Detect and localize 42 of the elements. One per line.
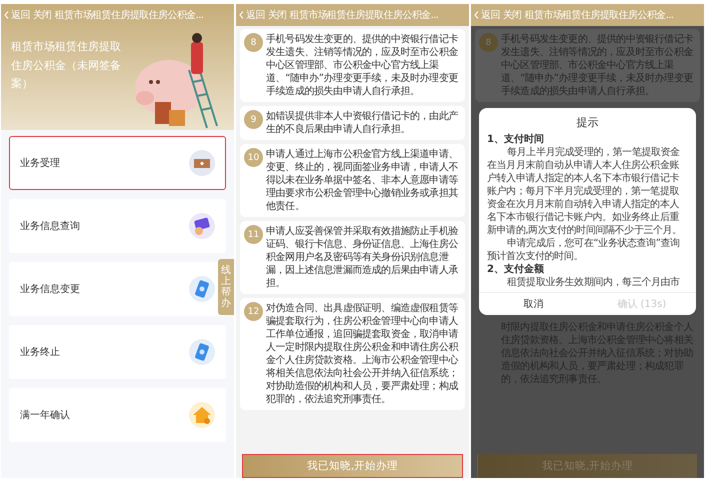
page-title: 租赁市场租赁住房提取住房公积金... <box>524 8 674 22</box>
notice-text: 申请人通过上海市公积金官方线上渠道申请、变更、终止的，视同面签业务申请，申请人不得以未在业务单据中签名、非本人意愿申请等理由要求市公积金管理中心撤销业务或承担其他责任。 <box>266 148 460 213</box>
cancel-button[interactable]: 取消 <box>479 293 588 315</box>
step-number: 11 <box>244 225 263 244</box>
ticket-icon <box>189 150 215 176</box>
back-chevron-icon <box>239 11 244 19</box>
menu-item[interactable]: 满一年确认 <box>9 388 226 442</box>
notice-text: 对伪造合同、出具虚假证明、编造虚假租赁等骗提套取行为，住房公积金管理中心向申请人工作单位通报，追回骗提套取资金，取消申请人一定时限内提取住房公积金和申请住房公积金个人住房贷款资格。上海市公积金管理中心将相关信息依法向社会公开并纳入征信系统；对协助造假的机构和人员，要严肃处理；构成犯罪的，依法追究刑事责任。 <box>266 302 460 406</box>
close-link[interactable]: 关闭 <box>502 8 522 22</box>
step-number: 8 <box>244 33 263 52</box>
hero-title: 租赁市场租赁住房提取住房公积金（未网签备案） <box>11 38 122 92</box>
dialog-paragraph: 租赁提取业务生效期间内，每三个月由市 <box>506 276 681 289</box>
menu-item[interactable]: 业务终止 <box>9 325 226 379</box>
phone-icon <box>189 339 215 365</box>
start-button[interactable]: 我已知晓,开始办理 <box>242 454 463 478</box>
section-heading: 2、支付金额 <box>487 263 545 276</box>
menu-item[interactable]: 业务信息查询 <box>9 199 226 253</box>
step-number: 9 <box>244 110 263 129</box>
card-icon <box>189 213 215 239</box>
house-icon <box>189 402 215 428</box>
dialog-paragraph: 每月上半月完成受理的，第一笔提取资金在当月月末前自动从申请人本人住房公积金账户转入申请人指定的本人名下本市银行借记卡账户内；每月下半月完成受理的，第一笔提取资金在次月月末前自动转入申请人指定的本人名下本市银行借记卡账户内。如业务终止后重新申请的,两次支付的时间间隔不少于三个月。 <box>487 146 683 237</box>
back-chevron-icon <box>474 11 479 19</box>
close-link[interactable]: 关闭 <box>268 8 287 22</box>
close-link[interactable]: 关闭 <box>32 8 52 22</box>
notice-text: 如错误提供非本人中资银行借记卡的，由此产生的不良后果由申请人自行承担。 <box>266 110 460 136</box>
back-link[interactable]: 返回 <box>239 8 265 22</box>
online-help-tab[interactable]: 线上帮办 <box>218 259 234 315</box>
step-number: 10 <box>244 148 263 167</box>
phone-icon <box>189 276 215 302</box>
notice-text: 申请人应妥善保管并采取有效措施防止手机验证码、银行卡信息、身份证信息、上海住房公积金网用户名及密码等有关身份识别信息泄漏，因上述信息泄漏而造成的后果由申请人承担。 <box>266 225 460 290</box>
dialog-paragraph: 申请完成后，您可在“业务状态查询”查询预计首次支付的时间。 <box>487 237 681 263</box>
notice-text: 手机号码发生变更的、提供的中资银行借记卡发生遗失、注销等情况的，应及时至市公积金中心区管理部、市公积金中心官方线上渠道、“随申办”办理变更手续，未及时办理变更手续造成的损失由申请人自行承担。 <box>266 33 460 98</box>
page-title: 租赁市场租赁住房提取住房公积金... <box>290 8 438 22</box>
back-link[interactable]: 返回 <box>474 8 500 22</box>
back-link[interactable]: 返回 <box>4 8 30 22</box>
back-chevron-icon <box>4 11 9 19</box>
step-number: 12 <box>244 302 263 321</box>
step-number: 8 <box>479 33 498 52</box>
section-heading: 1、支付时间 <box>487 133 545 146</box>
menu-item[interactable]: 业务受理 <box>9 136 226 190</box>
dialog-title: 提示 <box>576 115 600 131</box>
page-title: 租赁市场租赁住房提取住房公积金... <box>54 8 204 22</box>
